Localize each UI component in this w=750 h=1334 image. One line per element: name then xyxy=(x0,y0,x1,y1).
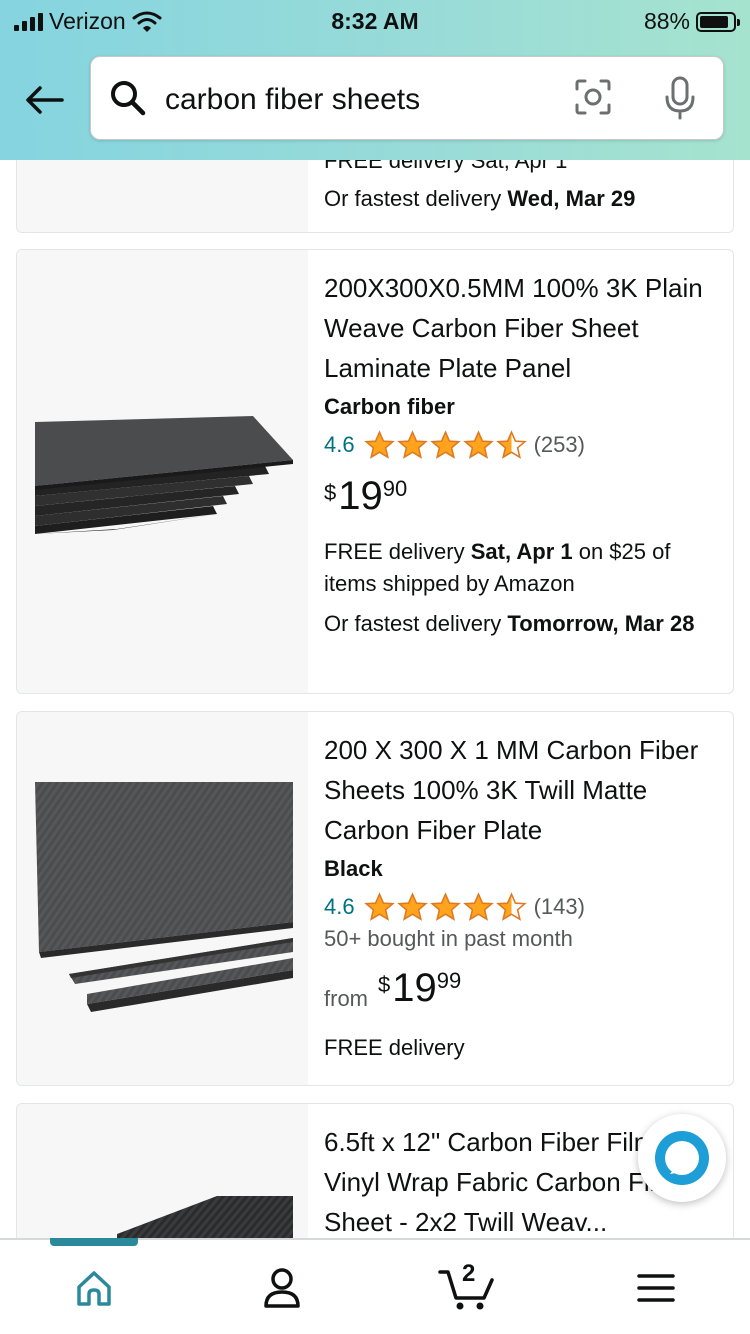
carbon-sheet-image xyxy=(35,416,293,534)
fastest-delivery: Or fastest delivery Wed, Mar 29 xyxy=(324,183,719,215)
fastest-prefix: Or fastest delivery xyxy=(324,611,508,636)
delivery-date: Sat, Apr 1 xyxy=(470,539,573,564)
price-fraction: 99 xyxy=(436,968,462,993)
review-count: (253) xyxy=(533,432,585,457)
product-title[interactable]: 200 X 300 X 1 MM Carbon Fiber Sheets 100… xyxy=(324,730,719,850)
rating-row[interactable]: 4.6 (253) xyxy=(324,430,719,460)
fastest-date: Wed, Mar 29 xyxy=(507,186,636,211)
price-whole: 19 xyxy=(338,474,383,518)
mic-icon[interactable] xyxy=(663,75,697,121)
bought-badge: 50+ bought in past month xyxy=(324,926,573,951)
price-whole: 19 xyxy=(392,966,437,1010)
price-fraction: 90 xyxy=(382,476,408,501)
product-title[interactable]: 200X300X0.5MM 100% 3K Plain Weave Carbon… xyxy=(324,268,719,388)
price-symbol: $ xyxy=(378,972,391,997)
camera-icon[interactable] xyxy=(573,77,613,117)
tab-menu[interactable] xyxy=(626,1264,686,1312)
star-icon xyxy=(396,892,428,921)
tab-home[interactable] xyxy=(64,1264,124,1312)
search-icon xyxy=(111,81,146,116)
status-bar: Verizon 8:32 AM 88% xyxy=(0,0,750,40)
rating-value: 4.6 xyxy=(324,432,355,457)
star-rating xyxy=(363,892,528,922)
tab-account[interactable] xyxy=(252,1264,312,1312)
fastest-prefix: Or fastest delivery xyxy=(324,186,508,211)
fastest-delivery: Or fastest delivery Tomorrow, Mar 28 xyxy=(324,608,719,640)
home-icon xyxy=(77,1271,111,1306)
search-bar[interactable] xyxy=(90,56,724,140)
result-card[interactable]: 200X300X0.5MM 100% 3K Plain Weave Carbon… xyxy=(16,249,734,694)
delivery-info: FREE delivery Sat, Apr 1 on $25 of items… xyxy=(324,536,719,600)
search-input[interactable] xyxy=(165,83,555,117)
star-icon xyxy=(429,892,461,921)
price-prefix: from xyxy=(324,986,368,1011)
bottom-tab-bar: 2 xyxy=(0,1238,750,1334)
star-rating xyxy=(363,430,528,460)
delivery-prefix: FREE delivery xyxy=(324,539,471,564)
alexa-button[interactable] xyxy=(638,1114,726,1202)
back-arrow-icon xyxy=(26,86,64,114)
star-icon xyxy=(462,892,494,921)
menu-icon xyxy=(637,1274,675,1302)
cart-count: 2 xyxy=(462,1260,476,1287)
star-icon xyxy=(363,430,395,459)
star-icon xyxy=(495,430,527,459)
alexa-icon xyxy=(655,1131,709,1185)
result-card[interactable]: 200 X 300 X 1 MM Carbon Fiber Sheets 100… xyxy=(16,711,734,1086)
header: Verizon 8:32 AM 88% xyxy=(0,0,750,160)
product-image[interactable] xyxy=(17,250,308,693)
star-icon xyxy=(462,430,494,459)
rating-value: 4.6 xyxy=(324,894,355,919)
battery-percent: 88% xyxy=(643,8,690,34)
star-icon xyxy=(396,430,428,459)
clock: 8:32 AM xyxy=(331,8,419,34)
product-image[interactable] xyxy=(17,712,308,1085)
price: $ 19 90 xyxy=(324,474,719,518)
star-icon xyxy=(495,892,527,921)
fastest-date: Tomorrow, Mar 28 xyxy=(507,611,695,636)
rating-row[interactable]: 4.6 (143) xyxy=(324,892,719,922)
star-icon xyxy=(429,430,461,459)
active-tab-indicator xyxy=(50,1238,138,1246)
tab-cart[interactable]: 2 xyxy=(438,1260,498,1312)
battery-icon xyxy=(696,11,740,32)
price: from $ 19 99 xyxy=(324,966,719,1012)
product-variant: Black xyxy=(324,856,383,881)
carbon-sheet-image xyxy=(35,782,293,1012)
delivery-info: FREE delivery xyxy=(324,1035,465,1060)
account-icon xyxy=(264,1268,300,1308)
price-symbol: $ xyxy=(324,480,337,505)
product-variant: Carbon fiber xyxy=(324,394,455,419)
review-count: (143) xyxy=(533,894,585,919)
battery-indicator: 88% xyxy=(643,8,740,35)
star-icon xyxy=(363,892,395,921)
back-button[interactable] xyxy=(22,80,66,120)
